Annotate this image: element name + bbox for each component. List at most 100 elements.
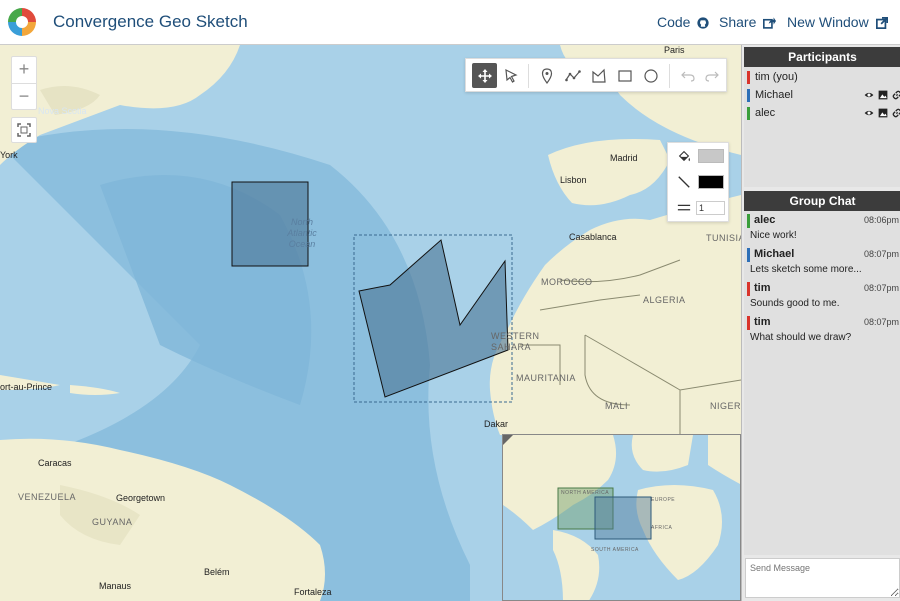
message-text: What should we draw? <box>750 332 852 343</box>
label-casablanca: Casablanca <box>569 232 617 242</box>
zoom-control: + − <box>11 56 37 110</box>
label-lisbon: Lisbon <box>560 175 587 185</box>
label-north-atlantic-ocean: North Atlantic Ocean <box>277 217 327 250</box>
label-mauritania: MAURITANIA <box>516 373 576 383</box>
image-icon[interactable] <box>878 108 888 118</box>
group-chat-header: Group Chat <box>744 191 900 211</box>
message-user: alec <box>754 214 776 226</box>
message-user: tim <box>754 316 771 328</box>
stroke-color-swatch[interactable] <box>698 175 724 189</box>
line-width-icon <box>677 204 691 211</box>
toolbar-separator <box>528 64 529 88</box>
label-algeria: ALGERIA <box>643 295 686 305</box>
rectangle-icon <box>617 69 632 82</box>
link-icon[interactable] <box>892 108 900 118</box>
share-icon <box>763 17 777 29</box>
label-tunisia: TUNISIA <box>706 233 741 243</box>
message-text: Lets sketch some more... <box>750 264 862 275</box>
label-mali: MALI <box>605 401 629 411</box>
line-width-input[interactable] <box>696 201 725 215</box>
message-time: 08:06pm <box>863 215 899 225</box>
redo-icon <box>704 71 719 82</box>
message-time: 08:07pm <box>863 283 899 293</box>
overview-label-africa: AFRICA <box>651 525 673 531</box>
code-link[interactable]: Code <box>657 14 709 30</box>
polyline-icon <box>564 69 581 81</box>
label-dakar: Dakar <box>484 419 509 429</box>
circle-tool-button[interactable] <box>638 63 663 88</box>
undo-icon <box>680 71 695 82</box>
stroke-line-icon <box>678 176 690 188</box>
overview-basemap <box>503 435 740 600</box>
message-user: Michael <box>754 248 795 260</box>
map-view[interactable]: Paris Madrid Lisbon Casablanca TUNISIA M… <box>0 45 741 601</box>
chat-message: Michael 08:07pm Lets sketch some more... <box>747 248 899 282</box>
label-georgetown: Georgetown <box>116 493 166 503</box>
zoom-in-button[interactable]: + <box>12 57 36 83</box>
toolbar-separator <box>669 64 670 88</box>
chat-message: alec 08:06pm Nice work! <box>747 214 899 248</box>
label-morocco: MOROCCO <box>541 277 593 287</box>
link-icon[interactable] <box>892 90 900 100</box>
eye-icon[interactable] <box>864 108 874 118</box>
participant-item: tim (you) <box>747 70 899 86</box>
undo-button[interactable] <box>675 63 700 88</box>
style-panel <box>667 142 729 222</box>
message-user: tim <box>754 282 771 294</box>
share-link-label: Share <box>719 14 757 30</box>
label-niger: NIGER <box>710 401 741 411</box>
fill-color-swatch[interactable] <box>698 149 724 163</box>
message-color-bar <box>747 214 750 228</box>
zoom-extent-icon <box>17 123 31 137</box>
overview-label-north-america: NORTH AMERICA <box>561 490 610 496</box>
overview-map[interactable]: NORTH AMERICA SOUTH AMERICA EUROPE AFRIC… <box>502 434 741 601</box>
drawing-toolbar <box>465 58 727 92</box>
rectangle-tool-button[interactable] <box>612 63 637 88</box>
message-color-bar <box>747 282 750 296</box>
fill-color-value <box>699 150 723 162</box>
participant-item: Michael <box>747 88 900 104</box>
pointer-icon <box>504 68 518 83</box>
marker-icon <box>541 67 552 84</box>
participant-name: Michael <box>755 89 793 101</box>
label-guyana: GUYANA <box>92 517 133 527</box>
participants-list: tim (you) Michael alec <box>744 67 900 187</box>
image-icon[interactable] <box>878 90 888 100</box>
overview-label-south-america: SOUTH AMERICA <box>591 547 639 553</box>
chat-message: tim 08:07pm Sounds good to me. <box>747 282 899 316</box>
new-window-link[interactable]: New Window <box>787 14 888 30</box>
participant-name: alec <box>755 107 776 119</box>
github-icon <box>697 17 709 29</box>
stroke-color-value <box>699 176 723 188</box>
label-western-sahara: WESTERN SAHARA <box>491 331 540 352</box>
circle-icon <box>643 68 658 83</box>
participant-color-bar <box>747 89 750 102</box>
ocean-line-1: North <box>290 217 313 227</box>
line-tool-button[interactable] <box>560 63 585 88</box>
new-window-link-label: New Window <box>787 14 869 30</box>
zoom-extent-button[interactable] <box>11 117 37 143</box>
label-paris: Paris <box>664 45 685 55</box>
label-nova-scotia: Nova Scotia <box>38 106 87 116</box>
label-fortaleza: Fortaleza <box>294 587 332 597</box>
label-port-au-prince: ort-au-Prince <box>0 382 53 392</box>
pan-tool-button[interactable] <box>472 63 497 88</box>
redo-button[interactable] <box>699 63 724 88</box>
marker-tool-button[interactable] <box>534 63 559 88</box>
participant-color-bar <box>747 71 750 84</box>
overview-label-europe: EUROPE <box>651 497 676 503</box>
message-time: 08:07pm <box>863 317 899 327</box>
zoom-out-button[interactable]: − <box>12 83 36 109</box>
ocean-line-3: Ocean <box>288 239 316 249</box>
participant-name: tim (you) <box>755 71 798 83</box>
select-tool-button[interactable] <box>498 63 523 88</box>
side-panel: Participants tim (you) Michael alec Grou… <box>741 45 900 601</box>
send-message-input[interactable] <box>745 558 900 598</box>
eye-icon[interactable] <box>864 90 874 100</box>
share-link[interactable]: Share <box>719 14 777 30</box>
label-caracas: Caracas <box>38 458 72 468</box>
participant-color-bar <box>747 107 750 120</box>
polygon-tool-button[interactable] <box>586 63 611 88</box>
label-manaus: Manaus <box>99 581 132 591</box>
fill-bucket-icon <box>678 150 690 162</box>
